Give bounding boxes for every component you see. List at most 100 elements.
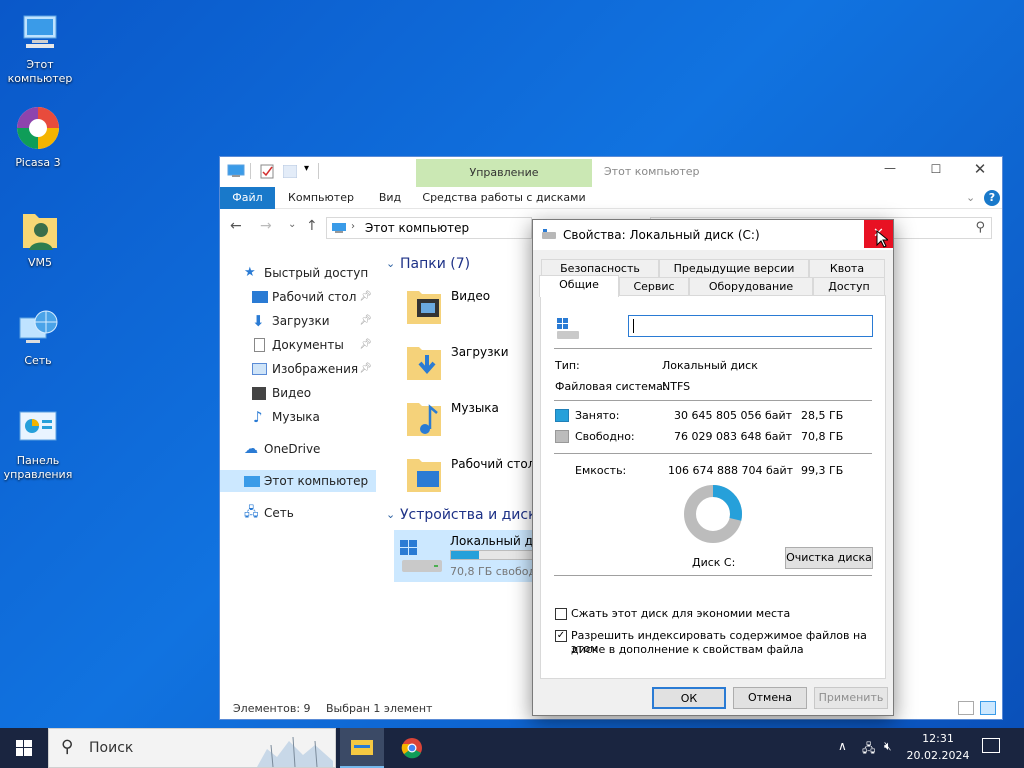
back-button[interactable]: ← bbox=[230, 218, 242, 234]
disk-usage-donut bbox=[684, 485, 742, 543]
nav-quick-access[interactable]: ★ Быстрый доступ bbox=[220, 262, 376, 284]
music-icon: ♪ bbox=[253, 408, 263, 426]
taskbar-date[interactable]: 20.02.2024 bbox=[906, 749, 970, 762]
details-view-icon[interactable] bbox=[958, 701, 974, 715]
tab-previous-versions[interactable]: Предыдущие версии bbox=[659, 259, 809, 277]
desktop-icon-vm5[interactable]: VM5 bbox=[2, 208, 78, 270]
window-title: Этот компьютер bbox=[604, 165, 700, 178]
tiles-view-icon[interactable] bbox=[980, 701, 996, 715]
tab-computer[interactable]: Компьютер bbox=[280, 187, 362, 209]
type-label: Тип: bbox=[555, 359, 580, 372]
status-item-count: Элементов: 9 bbox=[233, 702, 311, 715]
tab-quota[interactable]: Квота bbox=[809, 259, 885, 277]
desktop-icon-control-panel[interactable]: Панель управления bbox=[0, 406, 76, 482]
cloud-icon: ☁ bbox=[244, 441, 258, 457]
nav-desktop[interactable]: Рабочий стол 📌︎ bbox=[220, 286, 376, 308]
notification-icon[interactable] bbox=[982, 738, 1000, 753]
music-folder-icon bbox=[407, 403, 441, 436]
index-checkbox[interactable]: ✓ bbox=[555, 630, 567, 642]
maximize-button[interactable]: ☐ bbox=[916, 162, 956, 184]
folders-header[interactable]: Папки (7) bbox=[400, 256, 470, 272]
nav-documents[interactable]: Документы 📌︎ bbox=[220, 334, 376, 356]
close-button[interactable]: ✕ bbox=[960, 160, 1000, 182]
up-button[interactable]: ↑ bbox=[306, 218, 318, 234]
search-highlight-image bbox=[257, 736, 333, 767]
tray-volume-muted-icon[interactable]: 🔇︎ bbox=[884, 739, 892, 754]
network-icon: 🖧 bbox=[244, 505, 259, 520]
drive-name-input[interactable] bbox=[628, 315, 873, 337]
compress-checkbox[interactable] bbox=[555, 608, 567, 620]
free-bytes: 76 029 083 648 байт bbox=[674, 430, 793, 443]
windows-drive-icon bbox=[557, 318, 579, 339]
tab-hardware[interactable]: Оборудование bbox=[689, 277, 813, 295]
index-label-line2: диске в дополнение к свойствам файла bbox=[571, 643, 804, 656]
taskbar-search[interactable]: ⚲ Поиск bbox=[48, 728, 336, 768]
tab-general[interactable]: Общие bbox=[539, 275, 619, 297]
desktop-label: VM5 bbox=[27, 256, 52, 269]
ribbon-context-label: Управление bbox=[469, 166, 539, 179]
apply-button[interactable]: Применить bbox=[814, 687, 888, 709]
windows-start-icon[interactable] bbox=[16, 740, 32, 756]
nav-pictures[interactable]: Изображения 📌︎ bbox=[220, 358, 376, 380]
free-gb: 70,8 ГБ bbox=[801, 430, 844, 443]
chevron-down-icon[interactable]: ▾ bbox=[304, 163, 309, 174]
used-bytes: 30 645 805 056 байт bbox=[674, 409, 793, 422]
properties-dialog: Свойства: Локальный диск (C:) ✕ Безопасн… bbox=[532, 219, 894, 716]
tab-drive-tools[interactable]: Средства работы с дисками bbox=[416, 187, 592, 209]
nav-videos[interactable]: Видео bbox=[220, 382, 376, 404]
user-folder-icon bbox=[23, 214, 57, 250]
pictures-icon bbox=[252, 363, 267, 375]
tray-network-icon[interactable]: 🖧 bbox=[862, 739, 875, 760]
chevron-down-icon[interactable]: ⌄ bbox=[966, 191, 975, 204]
pin-icon[interactable]: 📌︎ bbox=[359, 310, 372, 332]
search-icon: ⚲ bbox=[975, 220, 985, 235]
capacity-label: Емкость: bbox=[575, 464, 627, 477]
nav-onedrive[interactable]: ☁ OneDrive bbox=[220, 438, 376, 460]
nav-music[interactable]: ♪ Музыка bbox=[220, 406, 376, 428]
disk-cleanup-button[interactable]: Очистка диска bbox=[785, 547, 873, 569]
ok-button[interactable]: ОК bbox=[652, 687, 726, 709]
folders-header-chevron-icon[interactable]: ⌄ bbox=[386, 257, 395, 270]
tab-tools[interactable]: Сервис bbox=[619, 277, 689, 295]
new-folder-icon[interactable] bbox=[283, 165, 297, 178]
disk-label: Диск C: bbox=[692, 556, 736, 569]
address-bar[interactable]: › Этот компьютер bbox=[326, 217, 532, 239]
taskbar-time[interactable]: 12:31 bbox=[912, 732, 964, 745]
nav-this-pc[interactable]: Этот компьютер bbox=[220, 470, 376, 492]
pin-icon[interactable]: 📌︎ bbox=[359, 358, 372, 380]
desktop-icon-this-pc[interactable]: Этот компьютер bbox=[2, 10, 78, 86]
devices-header-chevron-icon[interactable]: ⌄ bbox=[386, 508, 395, 521]
help-icon[interactable]: ? bbox=[984, 190, 1000, 206]
desktop-icon-network[interactable]: Сеть bbox=[0, 306, 76, 368]
network-icon bbox=[19, 310, 58, 343]
minimize-button[interactable]: — bbox=[870, 161, 910, 183]
drive-tile-c[interactable]: Локальный дис 70,8 ГБ свободн bbox=[394, 530, 534, 582]
taskbar-file-explorer[interactable] bbox=[340, 728, 384, 768]
tab-sharing[interactable]: Доступ bbox=[813, 277, 885, 295]
drive-usage-bar bbox=[450, 550, 534, 560]
nav-network[interactable]: 🖧 Сеть bbox=[220, 502, 376, 524]
chrome-icon bbox=[401, 738, 422, 759]
file-explorer-icon bbox=[351, 740, 373, 755]
recent-chevron-icon[interactable]: ⌄ bbox=[288, 219, 296, 230]
cancel-button[interactable]: Отмена bbox=[733, 687, 807, 709]
devices-header[interactable]: Устройства и диски bbox=[400, 507, 532, 523]
properties-icon[interactable] bbox=[260, 164, 274, 179]
nav-downloads[interactable]: ⬇ Загрузки 📌︎ bbox=[220, 310, 376, 332]
computer-icon bbox=[332, 223, 346, 233]
free-swatch bbox=[555, 430, 569, 443]
breadcrumb[interactable]: Этот компьютер bbox=[365, 221, 469, 235]
tray-chevron-icon[interactable]: ∧ bbox=[838, 739, 847, 753]
fs-value: NTFS bbox=[662, 380, 691, 393]
pin-icon[interactable]: 📌︎ bbox=[359, 286, 372, 308]
tab-file[interactable]: Файл bbox=[220, 187, 275, 209]
drive-usage-fill bbox=[451, 551, 480, 559]
tab-view[interactable]: Вид bbox=[370, 187, 410, 209]
picasa-icon bbox=[17, 107, 59, 149]
taskbar-chrome[interactable] bbox=[392, 728, 432, 768]
desktop-icon-picasa[interactable]: Picasa 3 bbox=[0, 104, 76, 170]
pin-icon[interactable]: 📌︎ bbox=[359, 334, 372, 356]
dialog-titlebar[interactable]: Свойства: Локальный диск (C:) ✕ bbox=[533, 220, 893, 250]
forward-button[interactable]: → bbox=[260, 218, 272, 234]
used-gb: 28,5 ГБ bbox=[801, 409, 844, 422]
